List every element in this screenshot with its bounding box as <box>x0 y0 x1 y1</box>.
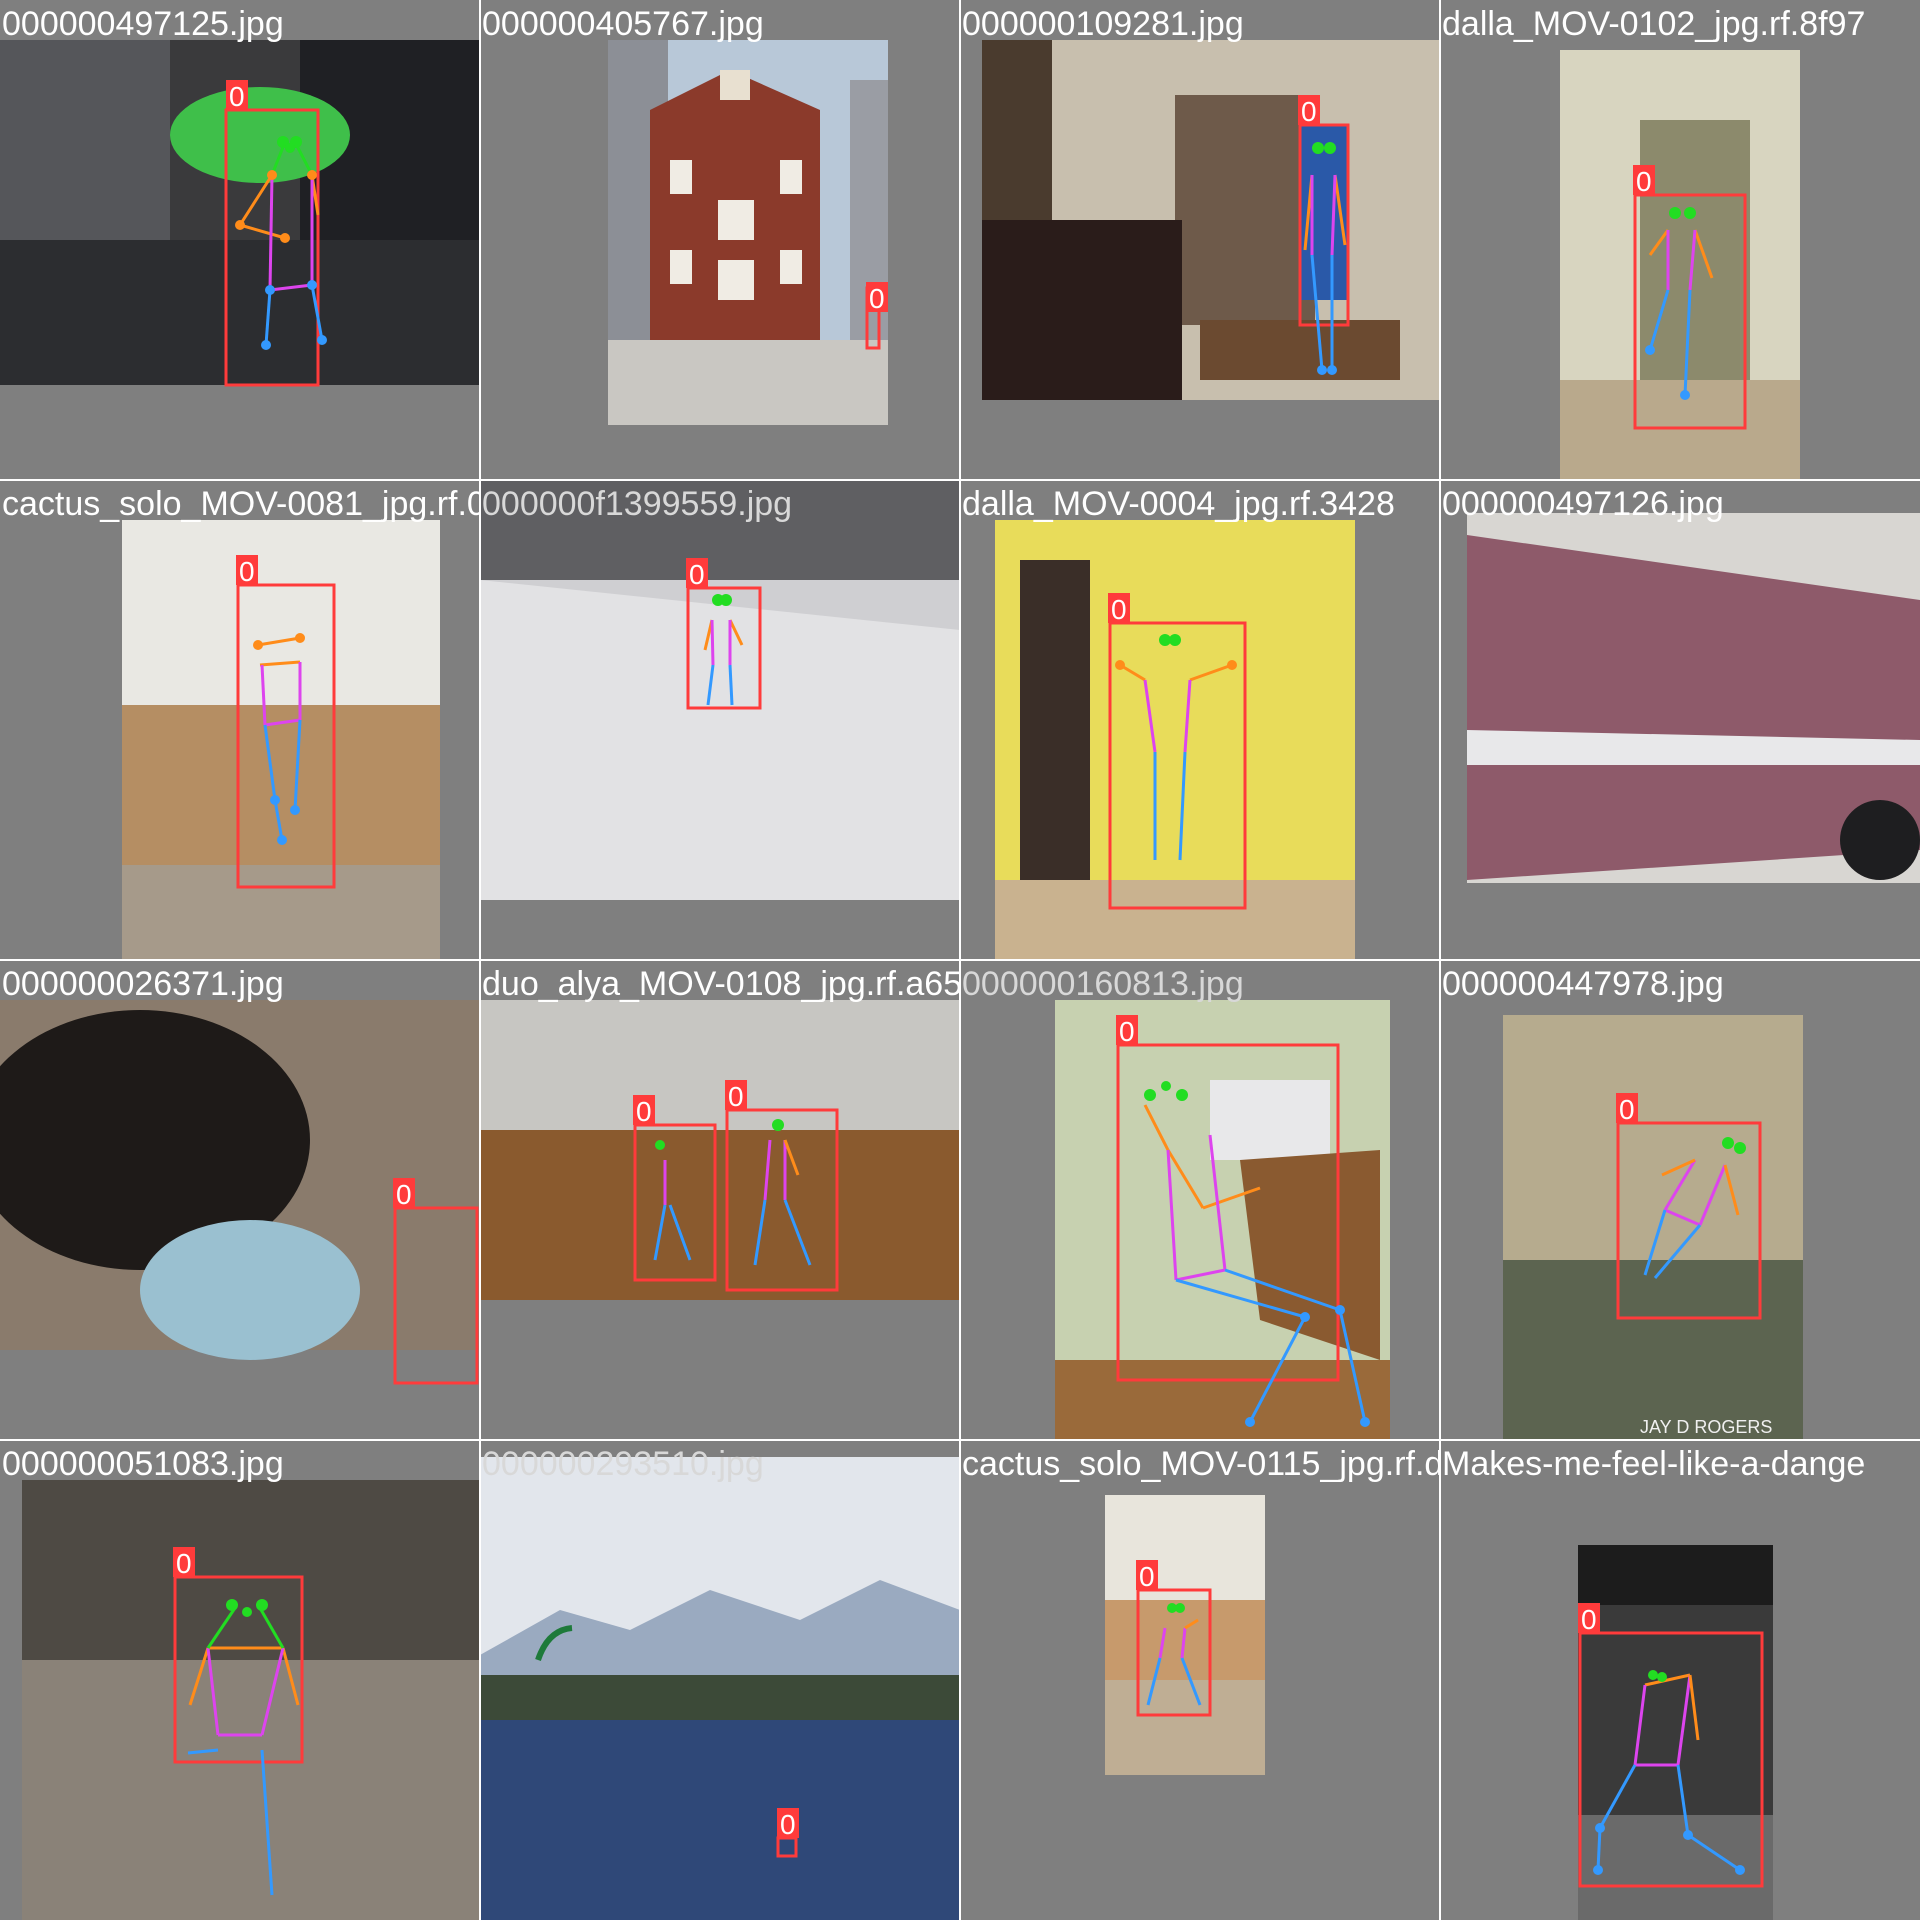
tile-filename: 000000405767.jpg <box>482 5 764 43</box>
detection-label: 0 <box>1581 1604 1597 1635</box>
tile-image-5: 0 cactus_solo_MOV-0081_jpg.rf.0024ff4399… <box>0 480 480 960</box>
detection-label: 0 <box>239 556 255 587</box>
tile-image-8: 000000497126.jpg <box>1440 480 1920 960</box>
tile-filename: cactus_solo_MOV-0115_jpg.rf.d6c1fa9542d <box>962 1445 1440 1483</box>
tile-image-13: 0 000000051083.jpg <box>0 1440 480 1920</box>
photo-ambulance-bus <box>1467 513 1920 883</box>
tile-filename: 000000109281.jpg <box>962 5 1244 43</box>
tile-image-14: 0 000000293510.jpg <box>480 1440 960 1920</box>
detection-label: 0 <box>176 1548 192 1579</box>
tile-image-11: 0 000000160813.jpg <box>960 960 1440 1440</box>
tile-image-3: 0 000000109281.jpg <box>960 0 1440 480</box>
tile-image-7: 0 dalla_MOV-0004_jpg.rf.3428 <box>960 480 1440 960</box>
tile-filename: 000000497125.jpg <box>2 5 284 43</box>
tile-image-4: 0 dalla_MOV-0102_jpg.rf.8f97 <box>1440 0 1920 480</box>
grid-divider <box>0 1439 1920 1441</box>
tile-filename: 000000051083.jpg <box>2 1445 284 1483</box>
detection-label: 0 <box>1119 1016 1135 1047</box>
tile-image-15: 0 cactus_solo_MOV-0115_jpg.rf.d6c1fa9542… <box>960 1440 1440 1920</box>
photo-living-room: 0 <box>982 40 1440 400</box>
detection-label: 0 <box>689 559 705 590</box>
photo-dance-studio: 0 <box>122 520 440 960</box>
tile-filename: 000000026371.jpg <box>2 965 284 1003</box>
detection-label: 0 <box>728 1081 744 1112</box>
tile-image-9: 0 000000026371.jpg <box>0 960 480 1440</box>
photo-street-umbrella: 0 <box>0 40 480 387</box>
photo-studio-dancer: 0 <box>1105 1495 1265 1775</box>
photo-laptop-box: 0 <box>1055 1000 1390 1440</box>
photo-dog-frisbee: 0 <box>0 1000 480 1385</box>
detection-label: 0 <box>1636 166 1652 197</box>
grid-divider <box>0 959 1920 961</box>
detection-label: 0 <box>636 1096 652 1127</box>
detection-label: 0 <box>1301 96 1317 127</box>
photo-kite-lake: 0 <box>480 1457 960 1920</box>
tile-filename: 000000447978.jpg <box>1442 965 1724 1003</box>
detection-label: 0 <box>229 81 245 112</box>
tile-filename: duo_alya_MOV-0108_jpg.rf.a6502 <box>482 965 960 1003</box>
detection-label: 0 <box>1619 1094 1635 1125</box>
tile-filename: cactus_solo_MOV-0081_jpg.rf.0024ff439955… <box>2 485 480 523</box>
photo-snow-slope: 0 <box>480 480 960 900</box>
photo-yellow-room: 0 <box>995 520 1355 960</box>
detection-label: 0 <box>1111 594 1127 625</box>
tile-filename: dalla_MOV-0004_jpg.rf.3428 <box>962 485 1395 523</box>
detection-label: 0 <box>780 1809 796 1840</box>
photo-signature: JAY D ROGERS <box>1640 1417 1772 1437</box>
photo-water-skier: 0 JAY D ROGERS <box>1503 1015 1803 1440</box>
tile-filename: 000000293510.jpg <box>482 1445 764 1483</box>
tile-filename: Makes-me-feel-like-a-dange <box>1442 1445 1866 1483</box>
tile-image-1: 0 000000497125.jpg <box>0 0 480 480</box>
tile-image-2: 0 000000405767.jpg <box>480 0 960 480</box>
tile-filename: 000000497126.jpg <box>1442 485 1724 523</box>
tile-image-16: 0 Makes-me-feel-like-a-dange <box>1440 1440 1920 1920</box>
tile-filename: dalla_MOV-0102_jpg.rf.8f97 <box>1442 5 1866 43</box>
photo-brick-building: 0 <box>608 40 888 425</box>
detection-label: 0 <box>396 1179 412 1210</box>
photo-dance-duo: 0 0 <box>480 1000 960 1300</box>
tile-filename: 000000160813.jpg <box>962 965 1244 1003</box>
detection-label: 0 <box>869 283 885 314</box>
detection-label: 0 <box>1139 1561 1155 1592</box>
tile-image-10: 0 0 duo_alya_MOV-0108_jpg.rf.a6502 <box>480 960 960 1440</box>
tile-filename: 000000f1399559.jpg <box>482 485 793 523</box>
photo-cluttered-room: 0 <box>22 1480 480 1920</box>
photo-dancer-room: 0 <box>1560 50 1800 480</box>
photo-bw-dancer: 0 <box>1578 1545 1773 1920</box>
grid-divider <box>0 479 1920 481</box>
image-mosaic: 0 000000497125.jpg 0 000000405767.jpg 0 … <box>0 0 1920 1920</box>
tile-image-6: 0 000000f1399559.jpg <box>480 480 960 960</box>
tile-image-12: 0 JAY D ROGERS 000000447978.jpg <box>1440 960 1920 1440</box>
